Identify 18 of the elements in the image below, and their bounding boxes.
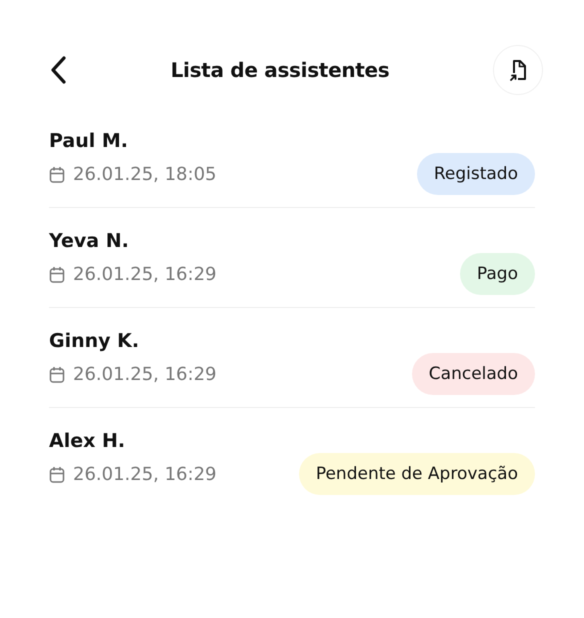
- status-badge: Registado: [416, 153, 535, 195]
- calendar-icon: [49, 466, 65, 484]
- status-badge: Pago: [460, 253, 535, 295]
- status-badge: Pendente de Aprovação: [298, 453, 535, 495]
- registration-date: 26.01.25, 16:29: [73, 264, 216, 285]
- back-icon[interactable]: [49, 55, 67, 85]
- attendee-name: Alex H.: [49, 430, 126, 452]
- attendee-name: Yeva N.: [49, 230, 130, 252]
- registration-date: 26.01.25, 16:29: [73, 464, 216, 485]
- page-title: Lista de assistentes: [170, 58, 390, 82]
- attendee-name: Paul M.: [49, 130, 130, 152]
- calendar-icon: [49, 366, 65, 384]
- status-badge: Cancelado: [412, 353, 535, 395]
- calendar-icon: [49, 266, 65, 284]
- registration-date: 26.01.25, 18:05: [73, 164, 216, 185]
- attendee-name: Ginny K.: [49, 330, 140, 352]
- registration-date: 26.01.25, 16:29: [73, 364, 216, 385]
- calendar-icon: [49, 166, 65, 184]
